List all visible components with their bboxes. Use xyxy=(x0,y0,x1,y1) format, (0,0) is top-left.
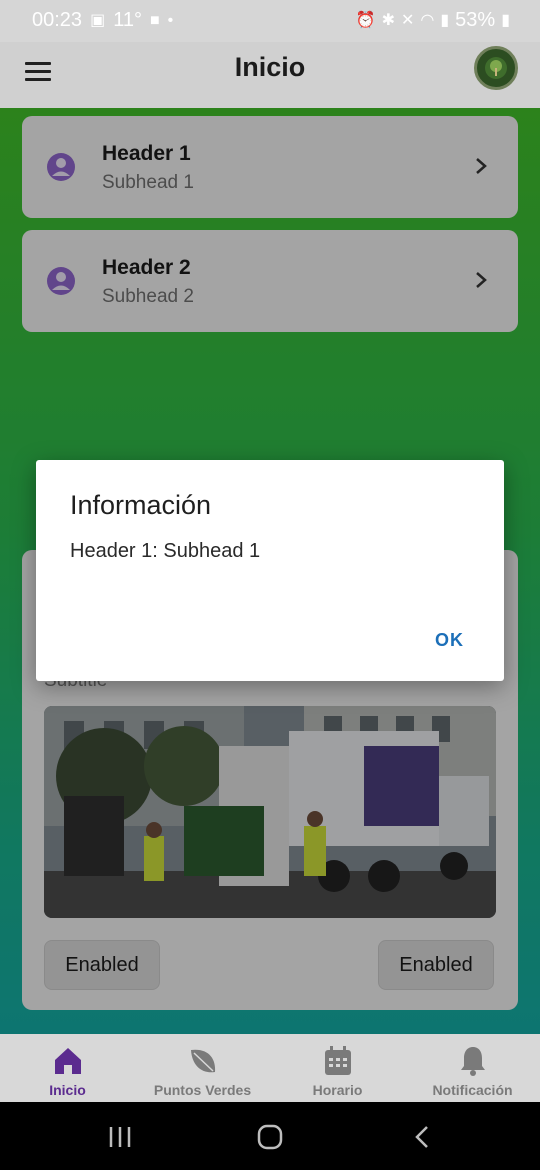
dialog-title: Información xyxy=(70,490,212,520)
signal-icon: ▮ xyxy=(440,11,450,29)
system-navigation-bar xyxy=(0,1102,540,1170)
nav-label: Inicio xyxy=(49,1082,86,1098)
status-bar: 00:23 ▣ 11° ■ • ⏰ ✱ ✕ ◠ ▮ 53% ▮ xyxy=(0,0,540,42)
gallery-icon: ▣ xyxy=(90,11,106,29)
dot-icon: • xyxy=(167,11,174,29)
nav-label: Puntos Verdes xyxy=(153,1082,252,1098)
battery-percent: 53% xyxy=(455,9,496,31)
calendar-icon xyxy=(324,1046,351,1075)
nav-item-inicio[interactable]: Inicio xyxy=(0,1034,135,1102)
status-right: ⏰ ✱ ✕ ◠ ▮ 53% ▮ xyxy=(356,9,510,32)
nav-item-puntos-verdes[interactable]: Puntos Verdes xyxy=(135,1034,270,1102)
wifi-icon: ◠ xyxy=(420,11,435,29)
nav-label: Notificación xyxy=(432,1082,513,1098)
battery-icon: ▮ xyxy=(501,11,510,29)
page-title: Inicio xyxy=(234,52,306,82)
status-temp: 11° xyxy=(113,9,142,31)
bluetooth-icon: ✱ xyxy=(381,11,395,29)
home-icon xyxy=(54,1048,81,1074)
bottom-navigation: Inicio Puntos Verdes Horario Notificació… xyxy=(0,1034,540,1102)
alarm-icon: ⏰ xyxy=(355,11,376,29)
nav-item-horario[interactable]: Horario xyxy=(270,1034,405,1102)
info-dialog: Información Header 1: Subhead 1 OK xyxy=(36,460,504,681)
status-time: 00:23 xyxy=(32,9,83,31)
app-bar: Inicio xyxy=(0,42,540,108)
app-notification-icon: ■ xyxy=(149,11,160,29)
status-left: 00:23 ▣ 11° ■ • xyxy=(32,9,173,32)
mute-icon: ✕ xyxy=(400,11,415,29)
dialog-message: Header 1: Subhead 1 xyxy=(70,540,261,562)
nav-label: Horario xyxy=(312,1082,363,1098)
bell-icon xyxy=(460,1047,485,1076)
logo-icon xyxy=(474,46,518,90)
recent-apps-icon[interactable] xyxy=(108,1124,132,1150)
dialog-ok-button[interactable]: OK xyxy=(435,630,464,651)
home-button-icon[interactable] xyxy=(257,1124,283,1150)
back-icon[interactable] xyxy=(412,1124,432,1150)
nav-item-notificacion[interactable]: Notificación xyxy=(405,1034,540,1102)
leaf-icon xyxy=(190,1049,215,1073)
